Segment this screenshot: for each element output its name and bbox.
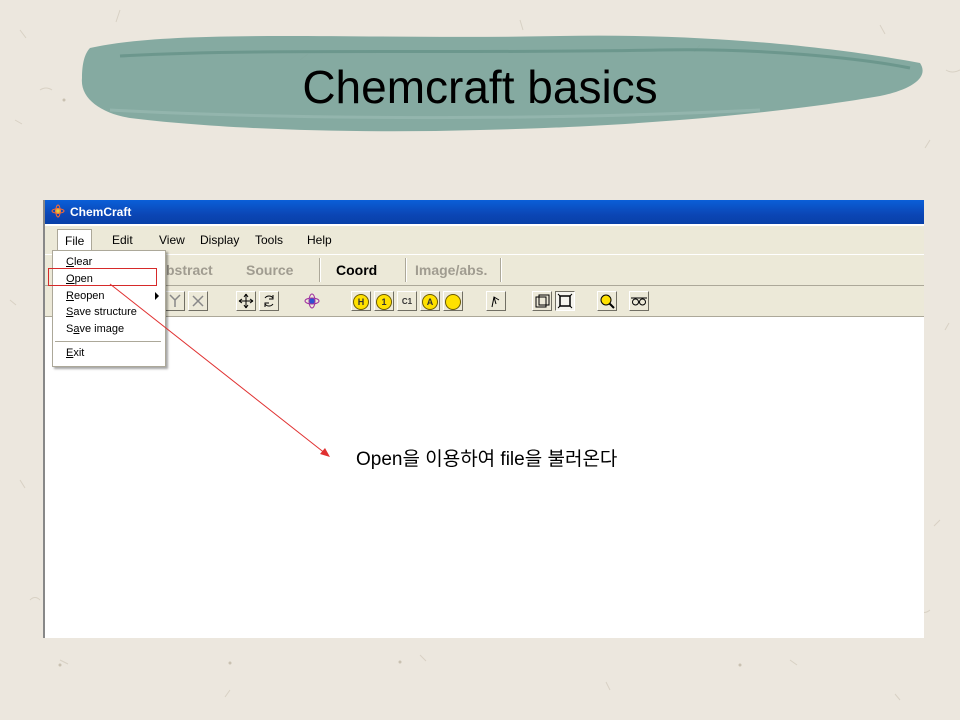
menu-tools[interactable]: Tools [255,233,283,247]
menu-item-exit[interactable]: Exit [66,347,84,359]
menu-edit[interactable]: Edit [112,233,133,247]
molecule-x-icon[interactable] [188,291,208,311]
molecule-canvas[interactable] [45,318,924,638]
open-highlight-box [48,268,157,286]
tree-icon[interactable] [165,291,185,311]
tab-abstract[interactable]: bstract [166,262,213,278]
menu-view[interactable]: View [159,233,185,247]
c1-label-icon[interactable]: C1 [397,291,417,311]
menu-item-reopen[interactable]: Reopen [66,290,105,302]
tab-coord[interactable]: Coord [336,262,377,278]
box-pressed-icon[interactable] [555,291,575,311]
chemcraft-atom-icon [51,204,65,218]
chemcraft-window: ChemCraft File Edit View Display Tools H… [43,200,924,638]
tab-image-abs[interactable]: Image/abs. [415,262,487,278]
magnifier-icon[interactable] [597,291,617,311]
tab-separator [405,258,407,282]
menu-separator [55,341,161,342]
rotate-icon[interactable] [259,291,279,311]
menu-file[interactable]: File [57,229,93,252]
atom-orbit-icon[interactable] [302,291,322,311]
toolbar: H 1 C1 A [45,286,924,317]
hydrogen-label-icon[interactable]: H [351,291,371,311]
menu-item-save-structure[interactable]: Save structure [66,306,137,318]
box-icon[interactable] [532,291,552,311]
glasses-icon[interactable] [629,291,649,311]
move-arrows-icon[interactable] [236,291,256,311]
tab-source[interactable]: Source [246,262,293,278]
menu-display[interactable]: Display [200,233,239,247]
atom-a-label-icon[interactable]: A [420,291,440,311]
window-titlebar[interactable]: ChemCraft [45,200,924,224]
tab-separator [319,258,321,282]
tab-separator [500,258,502,282]
slide-title: Chemcraft basics [302,61,658,113]
menu-bar: File Edit View Display Tools Help [45,226,924,254]
dihedral-icon[interactable] [486,291,506,311]
menu-item-clear[interactable]: Clear [66,256,92,268]
number-label-icon[interactable]: 1 [374,291,394,311]
yellow-dot-icon[interactable] [443,291,463,311]
menu-help[interactable]: Help [307,233,332,247]
submenu-arrow-icon [155,292,159,300]
tab-bar: bstract Source Coord Image/abs. [45,254,924,286]
window-title: ChemCraft [70,205,132,219]
annotation-text: Open을 이용하여 file을 불러온다 [356,449,618,470]
menu-item-save-image[interactable]: Save image [66,323,124,335]
